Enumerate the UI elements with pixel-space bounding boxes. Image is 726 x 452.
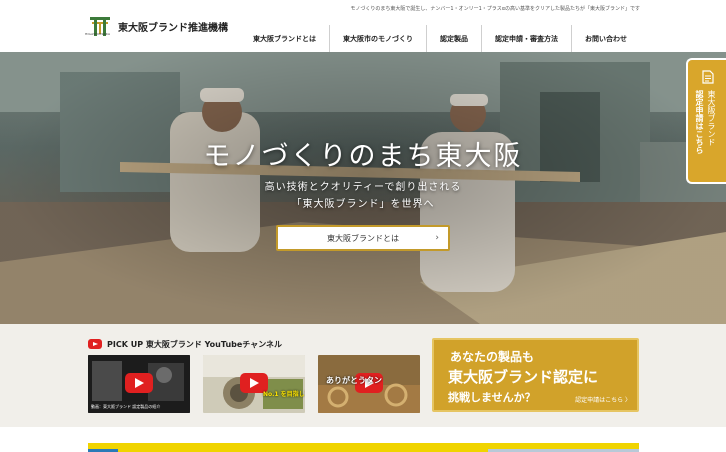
next-banner-peek[interactable]	[88, 443, 639, 452]
site-header: HIGASHIOSAKA 東大阪ブランド推進機構 モノづくりのまち東大阪で誕生し…	[0, 0, 726, 53]
main-nav: 東大阪ブランドとは 東大阪市のモノづくり 認定製品 認定申請・審査方法 お問い合…	[240, 25, 640, 53]
hero-section: モノづくりのまち東大阪 高い技術とクオリティーで創り出される 「東大阪ブランド」…	[0, 52, 726, 324]
logo-caption: HIGASHIOSAKA	[85, 32, 111, 36]
side-tab-text: 東大阪ブランド 認定申請はこちら	[693, 90, 717, 154]
video-1-caption: 動画：東大阪ブランド 認定製品の紹介	[91, 404, 161, 409]
video-thumbnail-3[interactable]: ありがとうタン	[318, 355, 420, 413]
video-2-overlay: No.1 を目指して	[263, 391, 305, 398]
pickup-title: PICK UP 東大阪ブランド YouTubeチャンネル	[107, 339, 283, 349]
nav-item-about[interactable]: 東大阪ブランドとは	[240, 25, 329, 53]
site-title[interactable]: 東大阪ブランド推進機構	[118, 19, 228, 34]
nav-item-contact[interactable]: お問い合わせ	[571, 25, 640, 53]
pickup-heading: PICK UP 東大阪ブランド YouTubeチャンネル	[88, 338, 282, 350]
video-3-overlay: ありがとうタン	[326, 376, 382, 385]
about-brand-button[interactable]: 東大阪ブランドとは ›	[276, 225, 450, 251]
side-tab-line1: 東大阪ブランド	[707, 90, 716, 146]
hero-subtitle-line2: 「東大阪ブランド」を世界へ	[291, 199, 435, 210]
video-thumbnail-1[interactable]: 動画：東大阪ブランド 認定製品の紹介	[88, 355, 190, 413]
play-icon	[125, 373, 153, 393]
cta-line2: 東大阪ブランド認定に	[448, 368, 599, 386]
nav-item-certified-products[interactable]: 認定製品	[426, 25, 481, 53]
side-tab-line2: 認定申請はこちら	[695, 90, 704, 154]
certification-cta-banner[interactable]: あなたの製品も 東大阪ブランド認定に 挑戦しませんか？ 認定申請はこちら 〉	[432, 338, 639, 412]
nav-item-application[interactable]: 認定申請・審査方法	[481, 25, 571, 53]
application-side-tab[interactable]: 東大阪ブランド 認定申請はこちら	[686, 58, 726, 184]
document-icon	[702, 70, 714, 84]
video-thumbnail-2[interactable]: No.1 を目指して	[203, 355, 305, 413]
header-tagline: モノづくりのまち東大阪で誕生し、ナンバー1・オンリー1・プラスαの高い基準をクリ…	[350, 6, 640, 12]
youtube-icon	[88, 339, 102, 349]
hero-subtitle-line1: 高い技術とクオリティーで創り出される	[264, 182, 462, 193]
chevron-right-icon: ›	[435, 233, 439, 243]
cta-line3: 挑戦しませんか？	[448, 391, 536, 404]
cta-apply-link[interactable]: 認定申請はこちら 〉	[575, 395, 631, 404]
hero-title: モノづくりのまち東大阪	[203, 141, 523, 172]
about-brand-button-label: 東大阪ブランドとは	[327, 233, 399, 243]
cta-line1: あなたの製品も	[450, 350, 535, 364]
nav-item-monozukuri[interactable]: 東大阪市のモノづくり	[329, 25, 426, 53]
